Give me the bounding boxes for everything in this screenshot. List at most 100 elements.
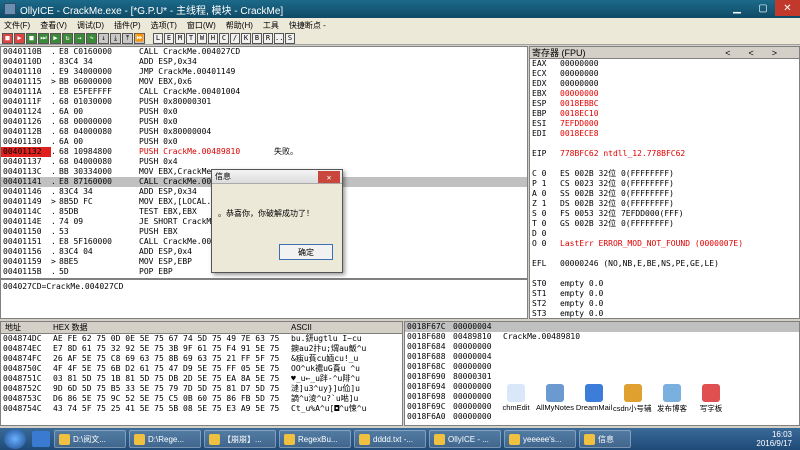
menu-item[interactable]: 插件(P): [114, 20, 141, 31]
menu-item[interactable]: 文件(F): [4, 20, 30, 31]
clock[interactable]: 16:03 2016/9/17: [756, 430, 792, 448]
disassembly-row[interactable]: 0040111A. E8 E5FEFFFF CALL CrackMe.0040100…: [1, 87, 527, 97]
disassembly-row[interactable]: 00401110. E9 34000000 JMP CrackMe.00401149: [1, 67, 527, 77]
toolbar-button[interactable]: ↻: [62, 32, 73, 44]
stack-row[interactable]: 0018F690 80000301: [405, 372, 799, 382]
disassembly-row[interactable]: 00401130. 6A 00 PUSH 0x0: [1, 137, 527, 147]
disassembly-row[interactable]: 00401137. 68 04000080 PUSH 0x4: [1, 157, 527, 167]
stack-row[interactable]: 0018F680 00489810 CrackMe.00489810: [405, 332, 799, 342]
toolbar-button[interactable]: →: [74, 32, 85, 44]
toolbar-button[interactable]: ⏭: [38, 32, 49, 44]
register-row[interactable]: C 0 ES 002B 32位 0(FFFFFFFF): [530, 169, 799, 179]
stack-row[interactable]: 0018F67C 00000004: [405, 322, 799, 332]
register-row[interactable]: D 0: [530, 229, 799, 239]
menu-item[interactable]: 快捷断点 -: [289, 20, 326, 31]
taskbar-button[interactable]: OllyICE - ...: [429, 430, 501, 448]
dump-row[interactable]: 004874FC 26 AF 5E 75 C8 69 63 75 8B 69 63…: [1, 354, 402, 364]
disassembly-row[interactable]: 00401132. 68 10984800 PUSH CrackMe.0048981…: [1, 147, 527, 157]
disassembly-row[interactable]: 00401115 > BB 06000000 MOV EBX,0x6: [1, 77, 527, 87]
register-row[interactable]: EFL 00000246 (NO,NB,E,BE,NS,PE,GE,LE): [530, 259, 799, 269]
register-row[interactable]: S 0 FS 0053 32位 7EFDD000(FFF): [530, 209, 799, 219]
register-row[interactable]: EAX 00000000: [530, 59, 799, 69]
menu-item[interactable]: 窗口(W): [187, 20, 216, 31]
toolbar-view-button[interactable]: M: [175, 32, 185, 44]
taskbar-button[interactable]: dddd.txt -...: [354, 430, 426, 448]
stack-row[interactable]: 0018F68C 00000000: [405, 362, 799, 372]
toolbar-view-button[interactable]: W: [197, 32, 207, 44]
menu-item[interactable]: 查看(V): [40, 20, 67, 31]
toolbar-button[interactable]: ⤓: [110, 32, 121, 44]
register-row[interactable]: ECX 00000000: [530, 69, 799, 79]
register-row[interactable]: Z 1 DS 002B 32位 0(FFFFFFFF): [530, 199, 799, 209]
dump-row[interactable]: 0048753C D6 86 5E 75 9C 52 5E 75 C5 0B 60…: [1, 394, 402, 404]
dump-col-ascii[interactable]: ASCII: [291, 323, 402, 332]
memory-dump-pane[interactable]: 地址 HEX 数据 ASCII 004874DC AE FE 62 75 0D 0…: [0, 321, 403, 426]
minimize-button[interactable]: ▁: [724, 0, 750, 16]
register-row[interactable]: [530, 159, 799, 169]
register-row[interactable]: ST1 empty 0.0: [530, 289, 799, 299]
taskbar-button[interactable]: 信息: [579, 430, 631, 448]
dump-row[interactable]: 0048752C 9D 6D 5D 75 B5 33 5E 75 79 7D 5D…: [1, 384, 402, 394]
register-row[interactable]: [530, 269, 799, 279]
taskbar-button[interactable]: D:\阅文...: [54, 430, 126, 448]
toolbar-button[interactable]: ↓: [98, 32, 109, 44]
toolbar-view-button[interactable]: E: [164, 32, 174, 44]
register-row[interactable]: EDX 00000000: [530, 79, 799, 89]
registers-nav-arrows[interactable]: <<>: [725, 48, 799, 58]
register-row[interactable]: EDI 0018ECE8: [530, 129, 799, 139]
register-row[interactable]: O 0 LastErr ERROR_MOD_NOT_FOUND (0000007E…: [530, 239, 799, 249]
register-row[interactable]: ST0 empty 0.0: [530, 279, 799, 289]
desktop-icon[interactable]: chmEdit: [496, 384, 536, 412]
toolbar-view-button[interactable]: S: [285, 32, 295, 44]
close-button[interactable]: ✕: [775, 0, 800, 16]
taskbar-button[interactable]: yeeeee's...: [504, 430, 576, 448]
register-row[interactable]: ESI 7EFDD000: [530, 119, 799, 129]
toolbar-button[interactable]: ▶: [14, 32, 25, 44]
disassembly-row[interactable]: 00401124. 6A 00 PUSH 0x0: [1, 107, 527, 117]
disassembly-row[interactable]: 0040111F. 68 01030000 PUSH 0x80000301: [1, 97, 527, 107]
toolbar-button[interactable]: ■: [26, 32, 37, 44]
disassembly-row[interactable]: 00401126. 68 00000000 PUSH 0x0: [1, 117, 527, 127]
toolbar-button[interactable]: ■: [2, 32, 13, 44]
dump-row[interactable]: 004874DC AE FE 62 75 0D 0E 5E 75 67 74 5D…: [1, 334, 402, 344]
taskbar-button[interactable]: 【崩崩】...: [204, 430, 276, 448]
stack-row[interactable]: 0018F688 00000004: [405, 352, 799, 362]
toolbar-button[interactable]: ⤒: [122, 32, 133, 44]
menu-item[interactable]: 选项(T): [151, 20, 177, 31]
register-row[interactable]: P 1 CS 0023 32位 0(FFFFFFFF): [530, 179, 799, 189]
toolbar-button[interactable]: ⏩: [134, 32, 145, 44]
register-row[interactable]: ESP 0018EBBC: [530, 99, 799, 109]
register-row[interactable]: ST3 empty 0.0: [530, 309, 799, 318]
ie-icon[interactable]: [32, 431, 50, 447]
toolbar-view-button[interactable]: /: [230, 32, 240, 44]
toolbar-view-button[interactable]: R: [263, 32, 273, 44]
taskbar-button[interactable]: D:\Rege...: [129, 430, 201, 448]
desktop-icon[interactable]: DreamMail: [574, 384, 614, 412]
register-row[interactable]: T 0 GS 002B 32位 0(FFFFFFFF): [530, 219, 799, 229]
register-row[interactable]: [530, 139, 799, 149]
register-row[interactable]: [530, 249, 799, 259]
menu-item[interactable]: 帮助(H): [226, 20, 253, 31]
toolbar-button[interactable]: ↷: [86, 32, 97, 44]
toolbar-view-button[interactable]: C: [219, 32, 229, 44]
desktop-icon[interactable]: csdn小号辅助: [613, 384, 653, 414]
registers-pane[interactable]: 寄存器 (FPU) <<> EAX 00000000 ECX 00000000 EDX 0…: [529, 46, 800, 319]
menu-item[interactable]: 调试(D): [77, 20, 104, 31]
desktop-icon[interactable]: AllMyNotes: [535, 384, 575, 412]
maximize-button[interactable]: ▢: [750, 0, 776, 16]
toolbar-button[interactable]: ▶: [50, 32, 61, 44]
disassembly-row[interactable]: 0040112B. 68 04000080 PUSH 0x80000004: [1, 127, 527, 137]
register-row[interactable]: EIP 778BFC62 ntdll_12.778BFC62: [530, 149, 799, 159]
dialog-close-button[interactable]: ✕: [318, 171, 340, 183]
stack-row[interactable]: 0018F684 00000000: [405, 342, 799, 352]
dump-row[interactable]: 0048754C 43 74 5F 75 25 41 5E 75 5B 08 5E…: [1, 404, 402, 414]
toolbar-view-button[interactable]: H: [208, 32, 218, 44]
desktop-icon[interactable]: 发布博客: [652, 384, 692, 414]
taskbar-button[interactable]: RegexBu...: [279, 430, 351, 448]
register-row[interactable]: EBP 0018EC10: [530, 109, 799, 119]
desktop-icon[interactable]: 写字板: [691, 384, 731, 414]
toolbar-view-button[interactable]: K: [241, 32, 251, 44]
toolbar-view-button[interactable]: B: [252, 32, 262, 44]
dump-col-address[interactable]: 地址: [1, 322, 53, 333]
menu-item[interactable]: 工具: [263, 20, 279, 31]
